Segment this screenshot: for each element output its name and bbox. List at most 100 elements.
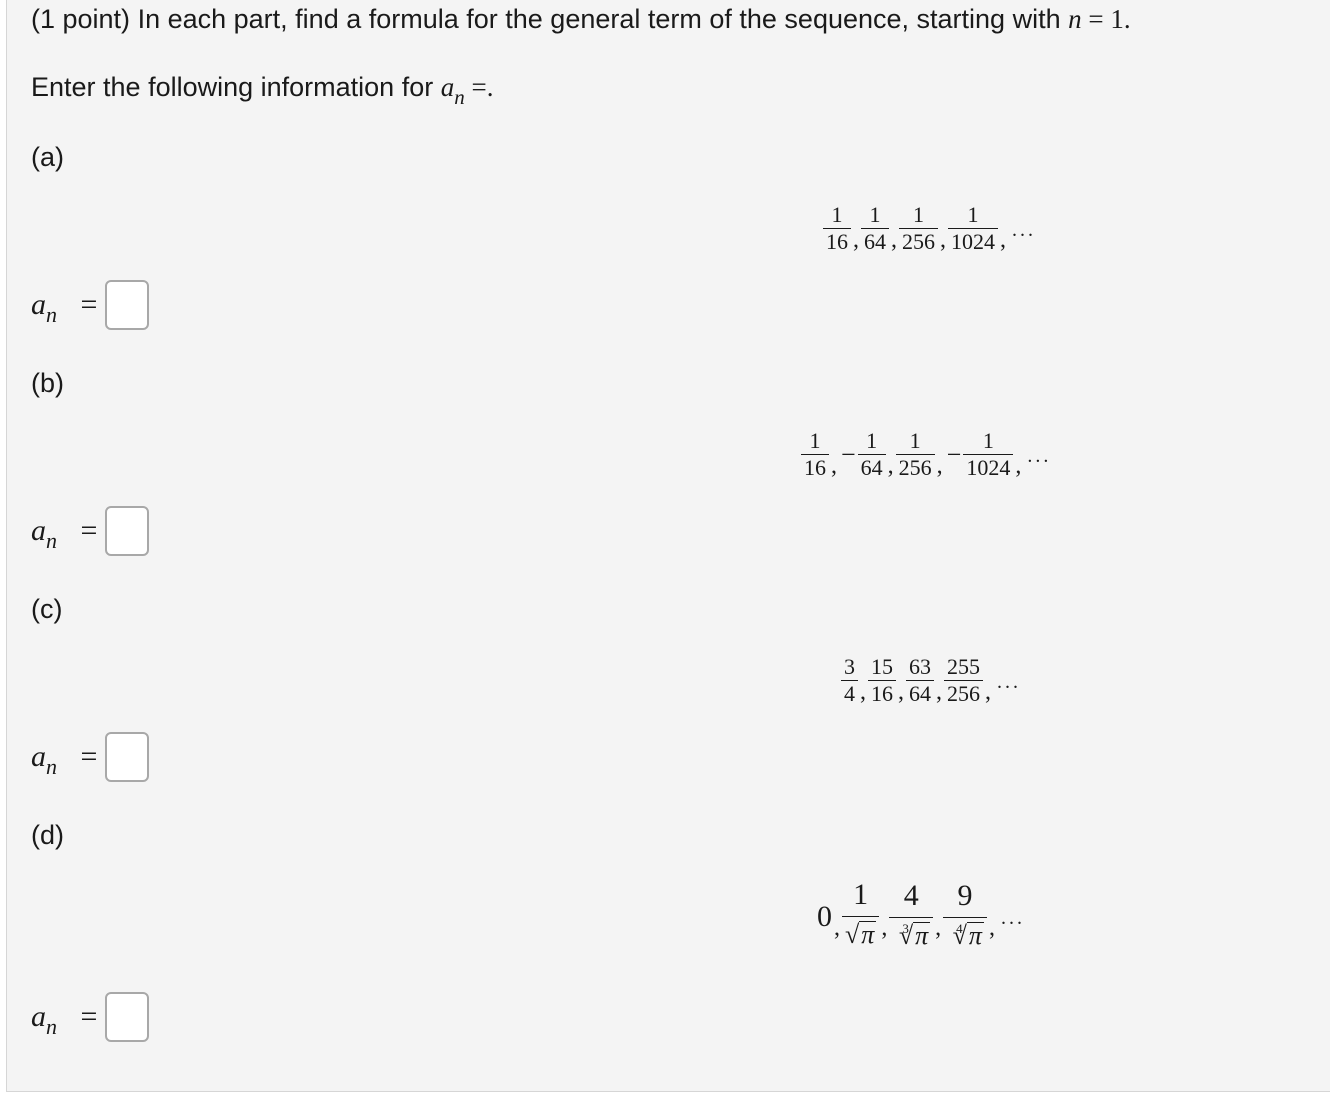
- a-n-symbol: an: [31, 514, 73, 553]
- n-subscript: n: [454, 85, 465, 109]
- comma: ,: [891, 227, 897, 253]
- denominator: 1024: [948, 228, 998, 253]
- denominator: 256: [944, 680, 983, 705]
- prompt-tail: =.: [464, 72, 494, 102]
- points-label: (1 point): [31, 4, 131, 34]
- comma: ,: [860, 679, 866, 705]
- comma: ,: [935, 915, 942, 941]
- n-symbol: n: [1068, 4, 1082, 34]
- equals-sign: =: [80, 514, 98, 547]
- a-letter: a: [31, 288, 46, 321]
- sequence-a: 1 16 , 1 64 , 1 256 , 1 1024 , ...: [823, 204, 1036, 253]
- sequence-d: 0 , 1 √ π , 4 3 √ π , 9 4 √ π , ...: [817, 880, 1025, 953]
- comma: ,: [887, 453, 894, 479]
- term-d-4: 9 4 √ π: [943, 881, 987, 952]
- denominator: 16: [823, 228, 851, 253]
- answer-input-a[interactable]: [105, 280, 149, 330]
- ellipsis: ...: [1027, 445, 1052, 467]
- sqrt-pi: √ π: [845, 920, 877, 949]
- answer-row-a: an =: [31, 278, 149, 332]
- numerator: 1: [809, 428, 821, 453]
- first-term: 0: [817, 899, 832, 933]
- comma: ,: [853, 227, 859, 253]
- denominator: 256: [899, 228, 938, 253]
- minus-sign: −: [841, 439, 856, 469]
- problem-panel: (1 point) In each part, find a formula f…: [6, 0, 1330, 1092]
- term-a-1: 1 16: [823, 204, 851, 253]
- numerator: 1: [831, 202, 843, 227]
- term-b-2: 1 64: [857, 430, 886, 479]
- equals-sign: =: [80, 1000, 98, 1033]
- comma: ,: [985, 679, 991, 705]
- a-letter: a: [31, 1000, 46, 1033]
- problem-header: (1 point) In each part, find a formula f…: [31, 4, 1131, 35]
- numerator: 1: [982, 428, 994, 453]
- denominator: 16: [868, 680, 896, 705]
- sequence-b: 1 16 , − 1 64 , 1 256 , − 1 1024 , ...: [801, 430, 1051, 479]
- radicand: π: [966, 921, 984, 950]
- a-symbol: a: [440, 72, 455, 102]
- numerator: 1: [967, 202, 979, 227]
- part-c-label: (c): [31, 594, 63, 624]
- answer-input-d[interactable]: [105, 992, 149, 1042]
- denominator: 256: [895, 454, 935, 479]
- root-index: 4: [956, 921, 963, 936]
- numerator: 1: [853, 878, 869, 911]
- prompt-text: Enter the following information for: [31, 72, 434, 102]
- denominator: 4 √ π: [943, 917, 987, 952]
- answer-input-b[interactable]: [105, 506, 149, 556]
- numerator: 1: [869, 202, 881, 227]
- comma: ,: [1000, 227, 1006, 253]
- ellipsis: ...: [1000, 907, 1025, 929]
- equals-one: = 1.: [1081, 4, 1131, 34]
- n-subscript: n: [46, 1014, 57, 1039]
- answer-row-b: an =: [31, 504, 149, 558]
- comma: ,: [936, 679, 942, 705]
- a-n-symbol: an: [31, 288, 73, 327]
- term-b-3: 1 256: [895, 428, 935, 479]
- numerator: 3: [844, 654, 855, 679]
- a-letter: a: [31, 740, 46, 773]
- fourth-root-pi: 4 √ π: [946, 922, 984, 949]
- ellipsis: ...: [1012, 219, 1036, 241]
- comma: ,: [1015, 453, 1022, 479]
- term-a-4: 1 1024: [948, 204, 998, 253]
- sequence-c: 34 , 15 16 , 63 64 , 255 256 , ...: [841, 656, 1021, 705]
- denominator: 64: [906, 680, 934, 705]
- numerator: 1: [909, 428, 921, 453]
- denominator: 16: [801, 454, 829, 479]
- n-subscript: n: [46, 754, 57, 779]
- radicand: π: [913, 921, 931, 950]
- term-b-1: 1 16: [801, 430, 829, 479]
- ellipsis: ...: [997, 671, 1021, 693]
- radicand: π: [859, 920, 877, 949]
- part-a-label: (a): [31, 142, 64, 172]
- term-a-3: 1 256: [899, 204, 938, 253]
- denominator: 1024: [963, 454, 1014, 479]
- term-d-2: 1 √ π: [842, 878, 880, 953]
- root-index: 3: [902, 921, 909, 936]
- comma: ,: [831, 453, 837, 479]
- equals-sign: =: [80, 288, 98, 321]
- a-letter: a: [31, 514, 46, 547]
- instruction-text: In each part, find a formula for the gen…: [137, 4, 1061, 34]
- denominator: 4: [841, 680, 858, 705]
- a-n-symbol: an: [31, 1000, 73, 1039]
- n-subscript: n: [46, 528, 57, 553]
- comma: ,: [881, 915, 888, 941]
- term-c-1: 34: [841, 656, 858, 705]
- denominator: 3 √ π: [889, 917, 934, 952]
- part-d-label: (d): [31, 820, 64, 850]
- denominator: 64: [861, 228, 889, 253]
- term-d-3: 4 3 √ π: [889, 881, 934, 952]
- numerator: 9: [957, 879, 973, 912]
- term-b-4: 1 1024: [963, 428, 1014, 479]
- radical-icon: √: [845, 920, 860, 949]
- denominator: 64: [857, 454, 886, 479]
- answer-input-c[interactable]: [105, 732, 149, 782]
- term-c-3: 63 64: [906, 656, 934, 705]
- term-a-2: 1 64: [861, 204, 889, 253]
- a-n-symbol: an: [31, 740, 73, 779]
- numerator: 1: [913, 202, 924, 227]
- numerator: 255: [947, 654, 980, 679]
